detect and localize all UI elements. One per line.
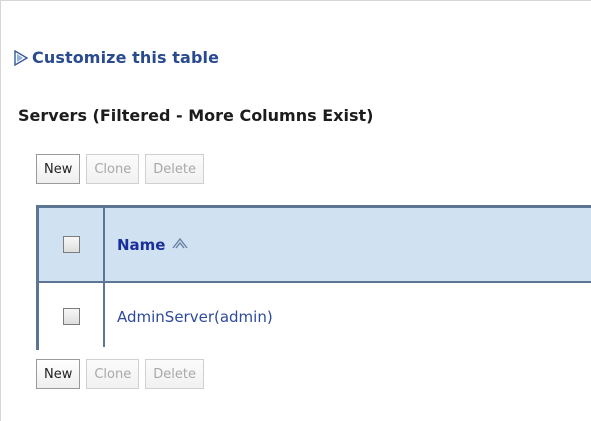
server-name-link[interactable]: AdminServer(admin) — [117, 308, 273, 326]
new-button[interactable]: New — [36, 154, 81, 184]
name-cell: AdminServer(admin) — [103, 283, 591, 350]
table-header-row: Name — [39, 208, 591, 281]
sort-arrows-icon[interactable] — [171, 235, 189, 254]
customize-table-label[interactable]: Customize this table — [32, 48, 219, 67]
select-all-checkbox[interactable] — [62, 236, 80, 253]
delete-button-bottom: Delete — [145, 359, 204, 389]
toolbar-top: New Clone Delete — [36, 154, 204, 184]
section-title: Servers (Filtered - More Columns Exist) — [18, 106, 374, 125]
customize-table-link[interactable]: Customize this table — [14, 48, 219, 67]
delete-button: Delete — [145, 154, 204, 184]
name-column-label[interactable]: Name — [117, 236, 165, 254]
header-checkbox-cell — [39, 208, 103, 281]
panel-top-border — [0, 0, 591, 1]
new-button-bottom[interactable]: New — [36, 359, 81, 389]
clone-button: Clone — [86, 154, 140, 184]
toolbar-bottom: New Clone Delete — [36, 359, 204, 389]
expand-triangle-icon — [14, 49, 32, 66]
name-column-header[interactable]: Name — [103, 208, 591, 281]
row-checkbox-cell — [39, 283, 103, 350]
row-select-checkbox[interactable] — [62, 308, 80, 325]
panel-left-border — [0, 0, 1, 421]
servers-table: Name AdminServer(admin) — [36, 205, 591, 350]
clone-button-bottom: Clone — [86, 359, 140, 389]
column-divider — [103, 208, 105, 347]
table-row: AdminServer(admin) — [39, 283, 591, 350]
